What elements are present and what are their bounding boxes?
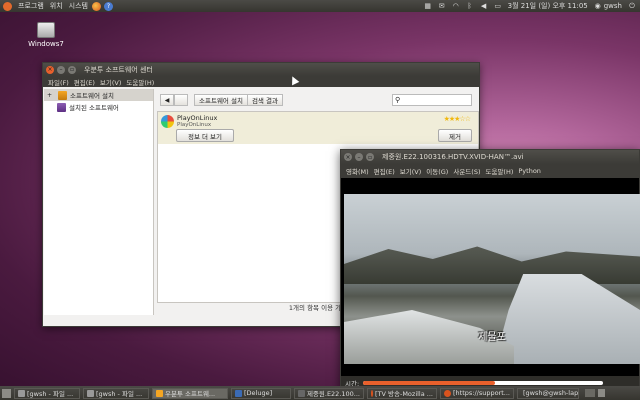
video-icon <box>298 389 305 397</box>
folder-icon <box>18 389 25 397</box>
system-tray: ▦ ✉ ◠ ᛒ ◀ ▭ 3월 21일 (일) 오후 11:05 ◉ gwsh ⏻ <box>418 1 640 11</box>
mail-icon[interactable]: ✉ <box>438 2 446 10</box>
desktop-icon-label: Windows7 <box>28 40 64 48</box>
bluetooth-icon[interactable]: ᛒ <box>466 2 474 10</box>
menu-view[interactable]: 보기(V) <box>100 77 121 87</box>
sidebar-item-label: 소프트웨어 설치 <box>70 92 114 100</box>
video-river <box>494 274 640 364</box>
drive-icon <box>37 22 55 38</box>
sidebar-item-install[interactable]: + 소프트웨어 설치 <box>44 89 153 101</box>
task-button[interactable]: [https://support... <box>440 387 514 399</box>
video-subtitle: 제물포 <box>478 332 506 343</box>
search-input[interactable]: ⚲ <box>392 94 472 106</box>
rating-stars: ★★★☆☆ <box>443 115 471 123</box>
menu-edit[interactable]: 편집(E) <box>374 166 395 176</box>
expander-icon[interactable]: + <box>47 92 52 99</box>
user-icon[interactable]: ◉ <box>594 2 602 10</box>
toolbar: ◀ 소프트웨어 설치 검색 결과 ⚲ <box>156 89 480 111</box>
maximize-icon[interactable]: ▫ <box>366 153 374 161</box>
menu-go[interactable]: 이동(G) <box>426 166 448 176</box>
show-desktop-icon[interactable] <box>2 388 11 398</box>
seek-fill <box>363 381 496 385</box>
task-button[interactable]: [gwsh - 파일 ... <box>14 387 80 399</box>
power-icon[interactable]: ⏻ <box>628 2 636 10</box>
maximize-icon[interactable]: ▫ <box>68 65 76 74</box>
menu-python[interactable]: Python <box>518 167 541 175</box>
task-button[interactable]: [gwsh@gwsh-lap... <box>517 387 579 399</box>
close-icon[interactable]: × <box>46 65 54 74</box>
app-subtitle: PlayOnLinux <box>177 122 212 128</box>
battery-icon[interactable]: ▭ <box>494 2 502 10</box>
back-button[interactable]: ◀ <box>160 94 174 106</box>
forward-button[interactable] <box>174 94 188 106</box>
wifi-icon[interactable]: ◠ <box>452 2 460 10</box>
playonlinux-icon <box>161 115 174 128</box>
menu-applications[interactable]: 프로그램 <box>18 1 44 11</box>
task-button[interactable]: 제중원.E22.100... <box>294 387 364 399</box>
sidebar: + 소프트웨어 설치 설치된 소프트웨어 <box>44 89 154 315</box>
menu-system[interactable]: 시스템 <box>69 1 88 11</box>
desktop-icon-windows7[interactable]: Windows7 <box>26 22 66 48</box>
video-player-window: × – ▫ 제중원.E22.100316.HDTV.XVID-HAN™.avi … <box>340 149 640 392</box>
list-item[interactable]: PlayOnLinux PlayOnLinux ★★★☆☆ 정보 더 보기 제거 <box>158 112 478 144</box>
ubuntu-logo-icon[interactable] <box>3 1 12 11</box>
software-center-icon <box>156 389 163 397</box>
menu-help[interactable]: 도움말(H) <box>126 77 154 87</box>
task-button[interactable]: [TV 방송-Mozilla ... <box>367 387 437 399</box>
taskbar: [gwsh - 파일 ... [gwsh - 파일 ... 우분투 소프트웨..… <box>0 386 640 400</box>
video-hills <box>344 246 640 284</box>
sidebar-item-installed[interactable]: 설치된 소프트웨어 <box>44 101 153 113</box>
menu-edit[interactable]: 편집(E) <box>74 77 95 87</box>
help-icon[interactable]: ? <box>103 1 113 11</box>
app-name: PlayOnLinux <box>177 114 218 122</box>
network-icon[interactable]: ▦ <box>424 2 432 10</box>
menu-movie[interactable]: 영화(M) <box>346 166 369 176</box>
task-button[interactable]: [gwsh - 파일 ... <box>83 387 149 399</box>
sidebar-item-label: 설치된 소프트웨어 <box>69 104 119 112</box>
firefox-icon[interactable] <box>91 1 101 11</box>
menubar: 영화(M) 편집(E) 보기(V) 이동(G) 사운드(S) 도움말(H) Py… <box>341 164 639 178</box>
install-icon <box>58 90 68 100</box>
menu-places[interactable]: 위치 <box>50 1 63 11</box>
window-title: 제중원.E22.100316.HDTV.XVID-HAN™.avi <box>382 153 524 161</box>
task-button[interactable]: 우분투 소프트웨... <box>152 387 228 399</box>
workspace-switcher-icon[interactable] <box>585 389 595 397</box>
clock[interactable]: 3월 21일 (일) 오후 11:05 <box>508 1 588 11</box>
close-icon[interactable]: × <box>344 153 352 161</box>
trash-icon[interactable] <box>598 389 605 397</box>
minimize-icon[interactable]: – <box>57 65 65 74</box>
breadcrumb-install[interactable]: 소프트웨어 설치 <box>194 94 248 106</box>
menubar: 파일(F) 편집(E) 보기(V) 도움말(H) <box>43 76 479 87</box>
menu-view[interactable]: 보기(V) <box>400 166 421 176</box>
task-button[interactable]: [Deluge] <box>231 387 291 399</box>
window-title: 우분투 소프트웨어 센터 <box>84 65 153 74</box>
window-titlebar[interactable]: × – ▫ 제중원.E22.100316.HDTV.XVID-HAN™.avi <box>341 150 639 164</box>
breadcrumb-results[interactable]: 검색 결과 <box>246 94 283 106</box>
deluge-icon <box>235 389 242 397</box>
more-info-button[interactable]: 정보 더 보기 <box>176 129 234 142</box>
firefox-icon <box>371 389 373 397</box>
folder-icon <box>87 389 94 397</box>
menu-help[interactable]: 도움말(H) <box>485 166 513 176</box>
seek-slider[interactable] <box>363 381 604 385</box>
top-panel: 프로그램 위치 시스템 ? ▦ ✉ ◠ ᛒ ◀ ▭ 3월 21일 (일) 오후 … <box>0 0 640 12</box>
installed-icon <box>57 102 66 112</box>
menu-file[interactable]: 파일(F) <box>48 77 69 87</box>
volume-icon[interactable]: ◀ <box>480 2 488 10</box>
minimize-icon[interactable]: – <box>355 153 363 161</box>
user-name[interactable]: gwsh <box>604 2 622 10</box>
menu-sound[interactable]: 사운드(S) <box>453 166 480 176</box>
window-titlebar[interactable]: × – ▫ 우분투 소프트웨어 센터 <box>43 63 479 76</box>
search-icon: ⚲ <box>395 96 401 104</box>
firefox-icon <box>444 389 451 397</box>
remove-button[interactable]: 제거 <box>438 129 472 142</box>
video-frame[interactable]: 제물포 <box>344 194 640 364</box>
